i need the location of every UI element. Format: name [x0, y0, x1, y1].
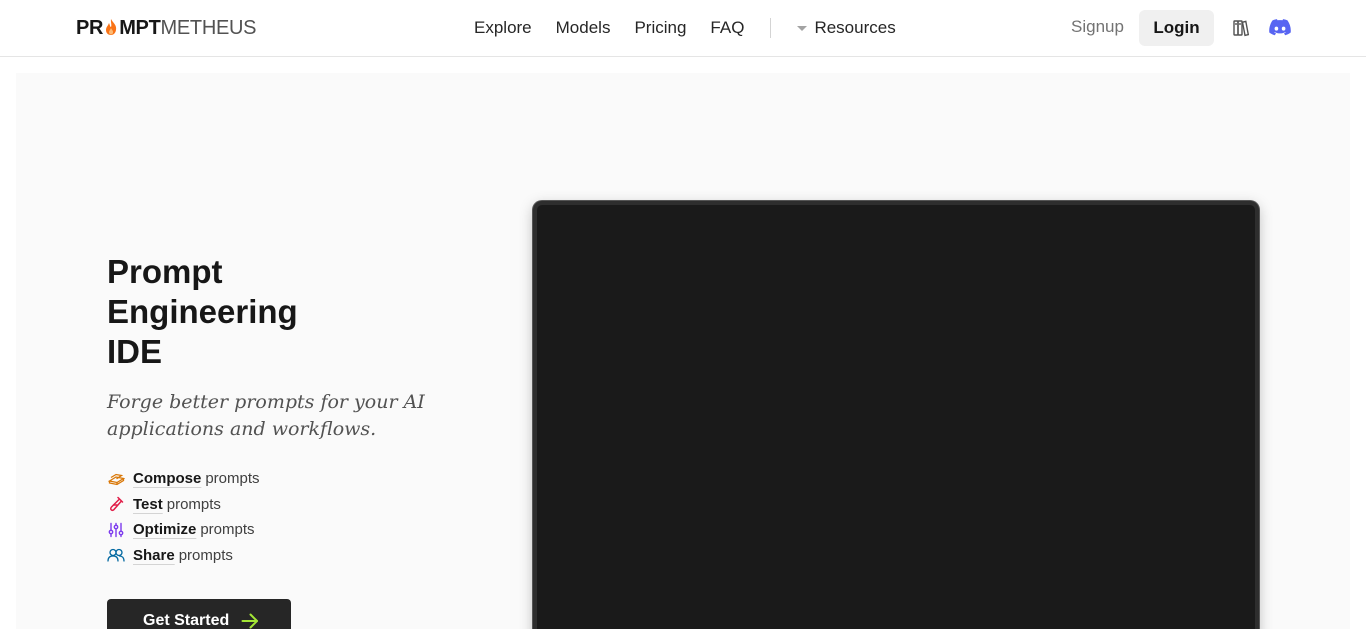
feature-share: Share prompts [107, 543, 407, 569]
app-preview-screen [533, 201, 1259, 629]
nav-models[interactable]: Models [556, 18, 611, 38]
get-started-label: Get Started [143, 612, 230, 629]
users-icon [107, 547, 125, 563]
logo-text-start: PR [76, 16, 104, 39]
caret-down-icon [797, 25, 808, 31]
feature-verb[interactable]: Optimize [133, 521, 196, 538]
hero-title: Prompt Engineering IDE [107, 253, 298, 370]
arrow-right-icon [241, 613, 259, 629]
login-button[interactable]: Login [1139, 10, 1214, 46]
feature-verb[interactable]: Share [133, 547, 175, 564]
books-icon[interactable] [1232, 19, 1250, 37]
top-navbar: PR MPT METHEUS Explore Models Pricing FA… [0, 0, 1366, 57]
test-tube-icon [107, 496, 125, 512]
signup-link[interactable]: Signup [1071, 17, 1124, 37]
nav-pricing[interactable]: Pricing [634, 18, 686, 38]
feature-compose: Compose prompts [107, 466, 407, 492]
feature-rest: prompts [166, 495, 221, 513]
feature-rest: prompts [205, 470, 260, 488]
feature-list: Compose prompts Test prompts Optimize pr… [107, 466, 407, 568]
sliders-icon [107, 522, 125, 538]
flame-icon [106, 19, 117, 35]
discord-icon[interactable] [1269, 19, 1291, 37]
get-started-button[interactable]: Get Started [107, 599, 291, 629]
nav-resources-label: Resources [814, 18, 896, 37]
feature-rest: prompts [178, 546, 233, 564]
nav-explore[interactable]: Explore [474, 18, 532, 38]
logo-text-mid: MPT [119, 16, 161, 39]
nav-resources-dropdown[interactable]: Resources [797, 18, 896, 38]
nav-faq[interactable]: FAQ [710, 18, 744, 38]
hero-subtitle: Forge better prompts for your AI applica… [107, 391, 425, 440]
main-nav: Explore Models Pricing FAQ Resources [474, 16, 896, 40]
logo[interactable]: PR MPT METHEUS [76, 16, 257, 39]
nav-divider [770, 18, 772, 38]
feature-rest: prompts [200, 521, 255, 539]
feature-optimize: Optimize prompts [107, 517, 407, 543]
bricks-icon [107, 471, 125, 487]
feature-verb[interactable]: Test [133, 496, 163, 513]
logo-text-end: METHEUS [160, 16, 257, 39]
feature-test: Test prompts [107, 492, 407, 518]
feature-verb[interactable]: Compose [133, 470, 201, 487]
